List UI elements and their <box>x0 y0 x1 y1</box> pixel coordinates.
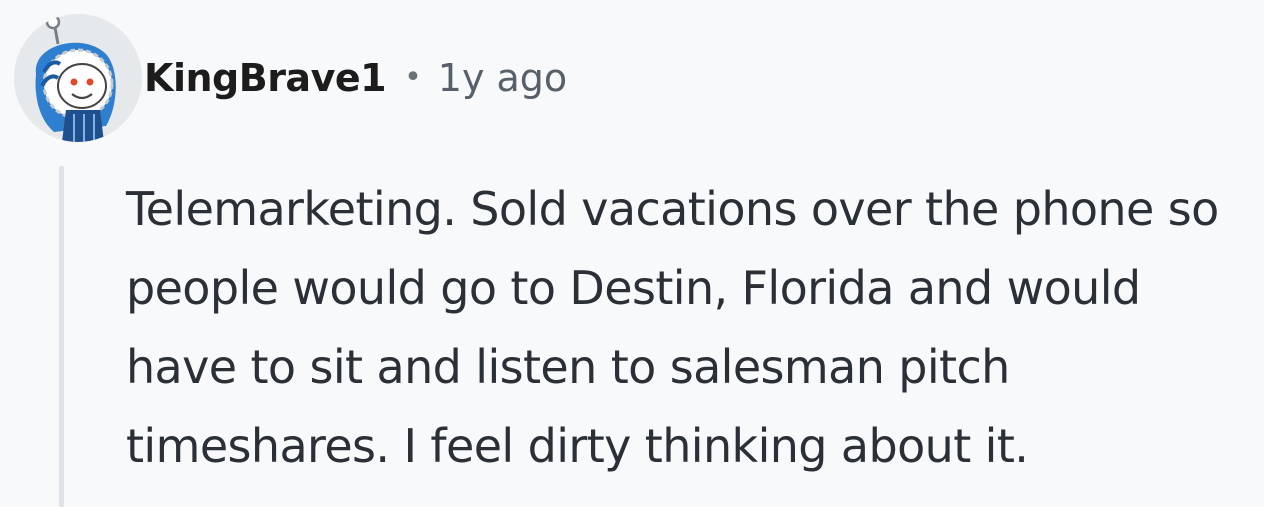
meta-separator: • <box>404 60 422 95</box>
author-username[interactable]: KingBrave1 <box>144 56 387 100</box>
comment: KingBrave1 • 1y ago Telemarketing. Sold … <box>0 0 1264 507</box>
comment-timestamp[interactable]: 1y ago <box>438 56 567 100</box>
comment-body: Telemarketing. Sold vacations over the p… <box>126 170 1260 486</box>
thread-line[interactable] <box>59 166 64 507</box>
comment-text: Telemarketing. Sold vacations over the p… <box>126 182 1219 473</box>
comment-header: KingBrave1 • 1y ago <box>14 14 567 142</box>
avatar[interactable] <box>14 14 142 142</box>
snoo-avatar-icon <box>14 14 142 142</box>
